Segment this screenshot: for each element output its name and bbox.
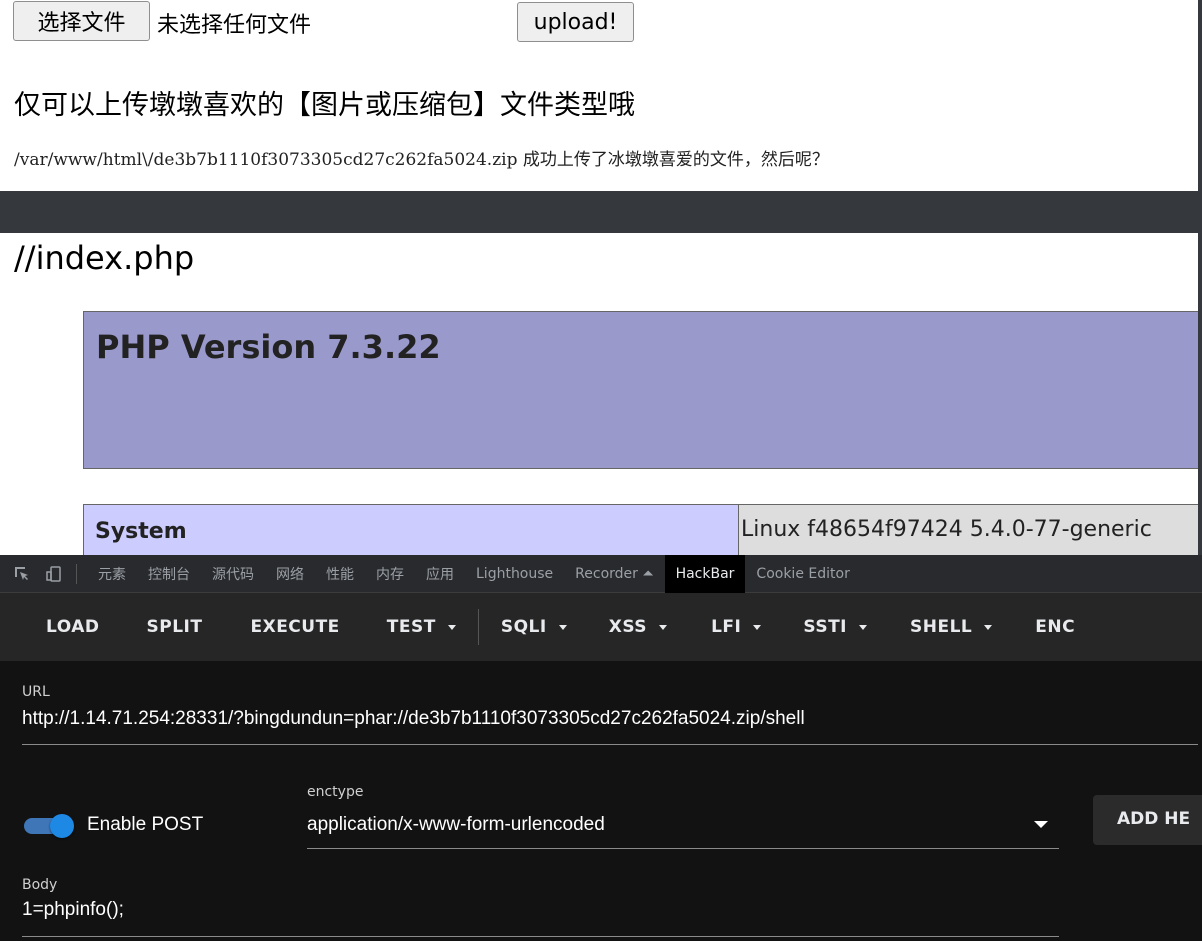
phpinfo-page: //index.php PHP Version 7.3.22 System Li…: [0, 233, 1198, 555]
add-header-button[interactable]: ADD HE: [1093, 795, 1202, 845]
split-button[interactable]: SPLIT: [147, 593, 203, 661]
tab-recorder[interactable]: Recorder ⏶: [564, 555, 664, 593]
no-file-selected-text: 未选择任何文件: [157, 13, 312, 38]
enctype-underline: [307, 848, 1059, 849]
toolbar-separator: [76, 563, 77, 584]
test-menu-button[interactable]: TEST: [387, 593, 456, 661]
toolbar-divider: [477, 609, 479, 645]
chevron-down-icon: [984, 624, 993, 630]
ssti-menu-button[interactable]: SSTI: [803, 593, 867, 661]
upload-result-message: /var/www/html\/de3b7b1110f3073305cd27c26…: [14, 150, 829, 170]
enable-post-label: Enable POST: [87, 814, 204, 835]
tab-application[interactable]: 应用: [415, 555, 465, 593]
tab-memory[interactable]: 内存: [365, 555, 415, 593]
inspect-icon[interactable]: [12, 564, 32, 584]
execute-button[interactable]: EXECUTE: [250, 593, 339, 661]
php-version-header: PHP Version 7.3.22: [83, 311, 1198, 469]
sqli-menu-label: SQLI: [500, 617, 547, 637]
hackbar-toolbar: LOAD SPLIT EXECUTE TEST SQLI XSS LFI SST…: [0, 593, 1202, 661]
enctype-label: enctype: [307, 784, 364, 800]
system-key-cell: System: [84, 505, 739, 555]
ssti-menu-label: SSTI: [803, 617, 847, 637]
php-version-title: PHP Version 7.3.22: [96, 328, 441, 366]
dropdown-arrow-icon[interactable]: [1034, 821, 1048, 828]
tab-elements[interactable]: 元素: [87, 555, 137, 593]
choose-file-button[interactable]: 选择文件: [13, 1, 150, 41]
tab-network[interactable]: 网络: [265, 555, 315, 593]
tab-performance[interactable]: 性能: [315, 555, 365, 593]
chevron-down-icon: [859, 624, 867, 630]
chevron-down-icon: [659, 624, 668, 630]
shell-menu-label: SHELL: [910, 617, 973, 637]
enc-menu-button[interactable]: ENC: [1035, 593, 1075, 661]
window-edge: [1198, 233, 1202, 555]
device-toggle-icon[interactable]: [44, 564, 64, 584]
tab-console[interactable]: 控制台: [137, 555, 201, 593]
load-button[interactable]: LOAD: [46, 593, 100, 661]
chevron-down-icon: [753, 624, 762, 630]
lfi-menu-label: LFI: [711, 617, 742, 637]
xss-menu-label: XSS: [608, 617, 648, 637]
url-label: URL: [22, 684, 50, 700]
index-comment: //index.php: [14, 239, 195, 277]
system-value-cell: Linux f48654f97424 5.4.0-77-generic: [739, 505, 1198, 555]
tab-sources[interactable]: 源代码: [201, 555, 265, 593]
test-menu-label: TEST: [386, 617, 436, 637]
body-label: Body: [22, 877, 58, 893]
window-edge: [1198, 0, 1202, 191]
chevron-down-icon: [558, 624, 567, 630]
body-field-underline: [22, 936, 1059, 937]
tab-lighthouse[interactable]: Lighthouse: [465, 555, 564, 593]
upload-page: 选择文件 未选择任何文件 upload! 仅可以上传墩墩喜欢的【图片或压缩包】文…: [0, 0, 1198, 191]
lfi-menu-button[interactable]: LFI: [711, 593, 762, 661]
sqli-menu-button[interactable]: SQLI: [501, 593, 567, 661]
upload-notice: 仅可以上传墩墩喜欢的【图片或压缩包】文件类型哦: [14, 90, 635, 121]
hackbar-form: URL http://1.14.71.254:28331/?bingdundun…: [0, 661, 1202, 941]
url-field-underline: [22, 744, 1198, 745]
devtools-tab-bar: 元素 控制台 源代码 网络 性能 内存 应用 Lighthouse Record…: [0, 555, 1202, 593]
system-info-row: System Linux f48654f97424 5.4.0-77-gener…: [83, 504, 1198, 555]
url-field[interactable]: http://1.14.71.254:28331/?bingdundun=pha…: [22, 708, 805, 730]
shell-menu-button[interactable]: SHELL: [910, 593, 993, 661]
tab-cookie-editor[interactable]: Cookie Editor: [745, 555, 860, 593]
page-divider: [0, 191, 1202, 233]
body-field[interactable]: 1=phpinfo();: [22, 899, 124, 921]
tab-hackbar[interactable]: HackBar: [664, 555, 746, 593]
devtools-panel: 元素 控制台 源代码 网络 性能 内存 应用 Lighthouse Record…: [0, 555, 1202, 941]
chevron-down-icon: [447, 624, 456, 630]
enctype-select[interactable]: application/x-www-form-urlencoded: [307, 814, 605, 836]
enable-post-toggle[interactable]: [24, 814, 78, 838]
upload-button[interactable]: upload!: [517, 2, 634, 42]
xss-menu-button[interactable]: XSS: [608, 593, 668, 661]
toggle-knob: [50, 814, 74, 838]
